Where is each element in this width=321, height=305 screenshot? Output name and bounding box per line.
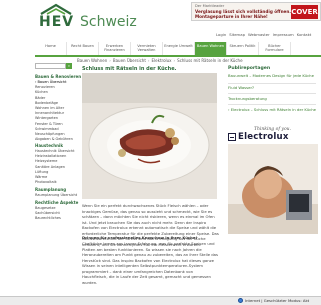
nav-bauen-wohnen[interactable]: Bauen Wohnen [195,42,227,55]
breadcrumb-item[interactable]: Bauen Wohnen [77,58,107,63]
util-link-impressum[interactable]: Impressum [273,32,294,37]
publireportage-link-active[interactable]: › Electrolux – Schluss mit Rätseln in de… [228,107,316,112]
security-zone[interactable]: Internet | Geschützter Modus: Akt [238,298,309,303]
electrolux-logo-text: Electrolux [238,132,289,142]
ad-subline: Montageparture in Ihrer Nähe! [195,14,268,19]
logo-suffix: Schweiz [80,14,137,30]
electrolux-logo[interactable]: Electrolux [228,132,289,142]
util-link-login[interactable]: Login [216,32,226,37]
nav-energie-umwelt[interactable]: Energie Umwelt [163,42,195,55]
globe-icon [238,298,243,303]
sidebar-section-title[interactable]: Haustechnik [35,143,63,148]
search-button[interactable]: » [66,63,72,69]
nav-home[interactable]: Home [35,42,67,55]
browser-status-bar: Internet | Geschützter Modus: Akt [0,296,321,305]
nav-erwerben-finanzieren[interactable]: Erwerben Finanzieren [99,42,131,55]
site-header: HEV Schweiz Der Marktleader Verglasung l… [0,0,321,44]
security-zone-label: Internet | Geschützter Modus: Akt [245,298,310,303]
publireportagen-title: Publireportagen [228,66,271,71]
nav-buecher-formulare[interactable]: Bücher Formulare [259,42,291,55]
publireportage-link[interactable]: Trocknungsberatung [228,96,267,101]
nav-underline [35,55,321,57]
utility-links: Login Sitemap Webmaster Impressum Kontak… [216,32,321,37]
nav-vermieten-verwalten[interactable]: Vermieten Verwalten [131,42,163,55]
article-title: Schluss mit Rätseln in der Küche. [82,66,177,72]
sidebar-section-title[interactable]: Bauen & Renovieren [35,74,81,79]
sidebar-section-title[interactable]: Rechtliche Aspekte [35,200,78,205]
breadcrumb-separator: › [147,58,150,63]
ad-brand-logo: COVER [291,5,318,19]
search-box: » [35,63,73,69]
breadcrumb-separator: › [109,58,111,63]
electrolux-mark-icon [228,133,236,141]
sidebar-section-title[interactable]: Raumplanung [35,187,66,192]
breadcrumb: Bauen Wohnen › Bauen Übersicht › Elektro… [77,58,243,63]
sidebar-item[interactable]: Photovoltaik [35,180,75,185]
article-paragraph: Chefköche lernen aus langer Erfahrung, w… [82,241,218,285]
sidebar-item[interactable]: Baurechtliches [35,216,61,221]
nav-recht-bauen[interactable]: Recht Bauen [67,42,99,55]
divider [228,83,316,84]
site-logo[interactable]: HEV Schweiz [39,14,137,30]
sidebar-list-rechtliches: Baugesetze Sachübersicht Baurechtliches [35,206,61,222]
logo-name: HEV [39,14,75,30]
article-subheading: Drinpen für professionelles Know-how in … [82,235,198,240]
breadcrumb-item[interactable]: Elektrolux [152,58,172,63]
right-column: Publireportagen Bauunwelt – Modernes Des… [226,58,321,238]
publireportage-link[interactable]: Bauunwelt – Modernes Design für jede Küc… [228,73,314,78]
sidebar-list-haustechnik: Haustechnik Übersicht Heizinstallationen… [35,149,75,185]
publireportage-link[interactable]: Fluid Wasser? [228,85,254,90]
sidebar-list-raumplanung: Raumplanung Übersicht [35,193,77,198]
sidebar-item[interactable]: Abgaben & Gebühren [35,137,73,142]
util-link-webmaster[interactable]: Webmaster [248,32,270,37]
util-link-sitemap[interactable]: Sitemap [229,32,245,37]
food-photo [82,73,217,199]
search-input[interactable] [35,63,66,69]
main-navigation: Home Recht Bauen Erwerben Finanzieren Ve… [35,42,321,55]
breadcrumb-separator: › [173,58,176,63]
divider [228,104,316,105]
article-content: Schluss mit Rätseln in der Küche. Wenn S… [77,64,220,294]
top-banner-ad[interactable]: Der Marktleader Verglasung lässt sich vo… [191,2,321,21]
divider [228,93,316,94]
sidebar-item[interactable]: Raumplanung Übersicht [35,193,77,198]
sidebar-list-bauen: › Bauen Übersicht Renovieren Küchen Bäde… [35,80,73,142]
breadcrumb-item[interactable]: Bauen Übersicht [113,58,146,63]
util-link-kontakt[interactable]: Kontakt [297,32,312,37]
nav-steuern-politik[interactable]: Steuern Politik [227,42,259,55]
left-sidebar: » Bauen & Renovieren › Bauen Übersicht R… [35,60,81,230]
electrolux-ad-photo[interactable] [228,144,318,234]
